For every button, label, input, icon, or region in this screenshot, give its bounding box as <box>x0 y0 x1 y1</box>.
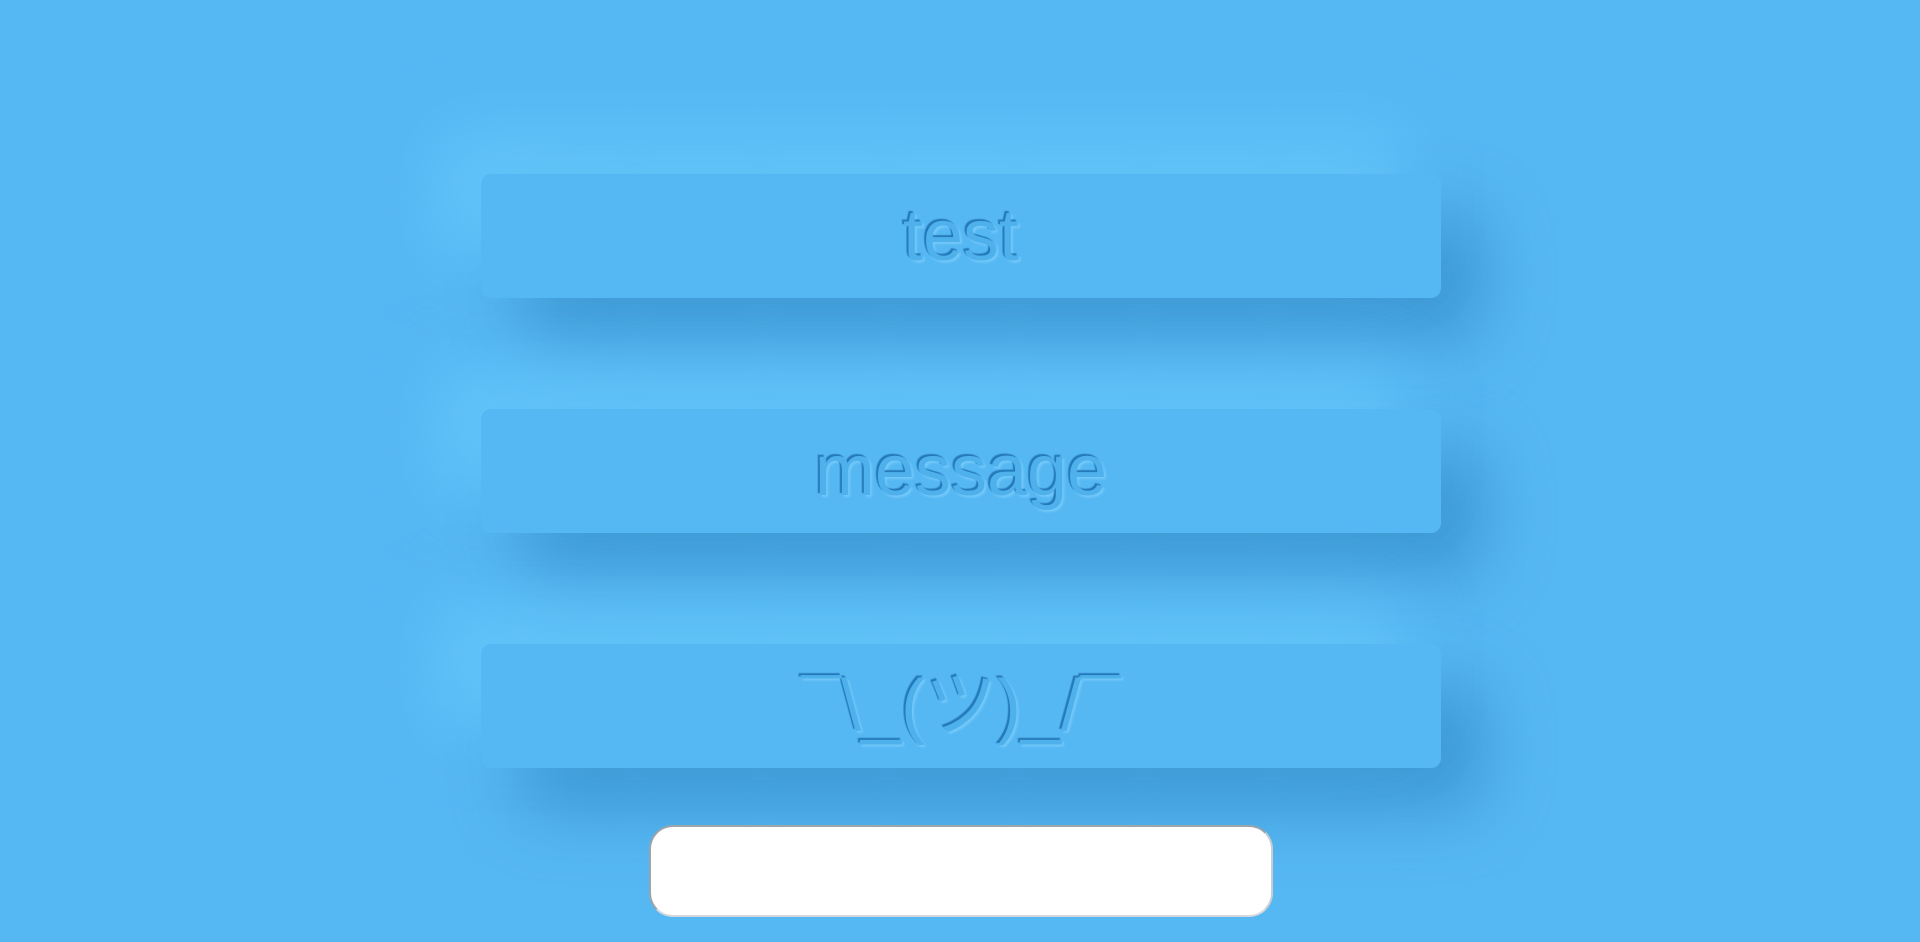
message-card-2: message <box>481 409 1441 533</box>
message-input[interactable] <box>649 825 1273 917</box>
message-card-1: test <box>481 174 1441 298</box>
message-card-2-text: message <box>814 431 1108 511</box>
message-card-3: ¯\_(ツ)_/¯ <box>481 644 1441 768</box>
message-input-wrapper <box>649 825 1273 917</box>
message-card-3-text: ¯\_(ツ)_/¯ <box>801 666 1121 746</box>
message-card-1-text: test <box>902 196 1020 276</box>
page: test message ¯\_(ツ)_/¯ <box>0 0 1920 942</box>
